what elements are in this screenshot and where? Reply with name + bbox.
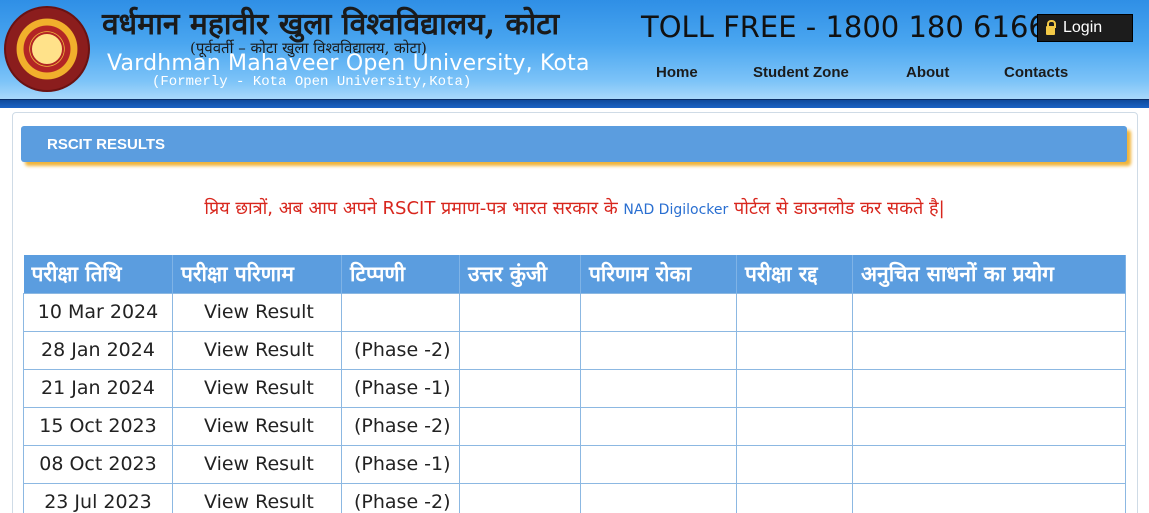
result-withheld-cell [580, 292, 737, 332]
result-withheld-cell [580, 444, 737, 484]
header-unfair-means: अनुचित साधनों का प्रयोग [852, 255, 1126, 293]
login-label: Login [1063, 19, 1103, 36]
table-row: 08 Oct 2023 View Result (Phase -1) [23, 444, 1126, 484]
exam-cancelled-cell [736, 368, 853, 408]
view-result-link[interactable]: View Result [172, 406, 342, 446]
notice-text-after: पोर्टल से डाउनलोड कर सकते है| [728, 198, 945, 219]
result-withheld-cell [580, 330, 737, 370]
university-name-hindi: वर्धमान महावीर खुला विश्वविद्यालय, कोटा [102, 7, 560, 42]
exam-date: 15 Oct 2023 [23, 406, 173, 446]
exam-date: 21 Jan 2024 [23, 368, 173, 408]
view-result-link[interactable]: View Result [172, 330, 342, 370]
result-withheld-cell [580, 482, 737, 513]
unfair-means-cell [852, 482, 1126, 513]
answer-key-cell [459, 368, 581, 408]
section-title: RSCIT RESULTS [47, 136, 166, 153]
answer-key-cell [459, 482, 581, 513]
unfair-means-cell [852, 444, 1126, 484]
unfair-means-cell [852, 368, 1126, 408]
nav-student-zone[interactable]: Student Zone [753, 64, 849, 81]
view-result-link[interactable]: View Result [172, 444, 342, 484]
header-result-withheld: परिणाम रोका [580, 255, 737, 293]
header-exam-cancelled: परीक्षा रद्द [736, 255, 853, 293]
exam-date: 08 Oct 2023 [23, 444, 173, 484]
remark: (Phase -2) [341, 330, 460, 370]
header-answer-key: उत्तर कुंजी [459, 255, 581, 293]
unfair-means-cell [852, 406, 1126, 446]
exam-date: 23 Jul 2023 [23, 482, 173, 513]
table-row: 23 Jul 2023 View Result (Phase -2) [23, 482, 1126, 513]
nav-home[interactable]: Home [656, 64, 698, 81]
exam-cancelled-cell [736, 330, 853, 370]
remark [341, 292, 460, 332]
view-result-link[interactable]: View Result [172, 482, 342, 513]
login-button[interactable]: Login [1037, 14, 1133, 42]
answer-key-cell [459, 406, 581, 446]
exam-cancelled-cell [736, 482, 853, 513]
lock-icon [1046, 19, 1056, 35]
exam-cancelled-cell [736, 292, 853, 332]
result-withheld-cell [580, 368, 737, 408]
unfair-means-cell [852, 330, 1126, 370]
exam-date: 28 Jan 2024 [23, 330, 173, 370]
remark: (Phase -1) [341, 368, 460, 408]
header-divider [0, 99, 1149, 108]
view-result-link[interactable]: View Result [172, 368, 342, 408]
results-table: परीक्षा तिथि परीक्षा परिणाम टिप्पणी उत्त… [23, 255, 1126, 513]
table-row: 15 Oct 2023 View Result (Phase -2) [23, 406, 1126, 446]
exam-cancelled-cell [736, 444, 853, 484]
view-result-link[interactable]: View Result [172, 292, 342, 332]
notice-text-before: प्रिय छात्रों, अब आप अपने RSCIT प्रमाण-प… [204, 198, 624, 219]
remark: (Phase -1) [341, 444, 460, 484]
university-logo[interactable] [4, 6, 90, 92]
logo-emblem [30, 32, 64, 66]
nav-contacts[interactable]: Contacts [1004, 64, 1068, 81]
header-remarks: टिप्पणी [341, 255, 460, 293]
section-header-bar [21, 126, 1127, 162]
toll-free-number: TOLL FREE - 1800 180 6166 [641, 10, 1047, 44]
header-exam-result: परीक्षा परिणाम [172, 255, 342, 293]
table-row: 28 Jan 2024 View Result (Phase -2) [23, 330, 1126, 370]
digilocker-notice: प्रिय छात्रों, अब आप अपने RSCIT प्रमाण-प… [0, 196, 1149, 220]
result-withheld-cell [580, 406, 737, 446]
answer-key-cell [459, 292, 581, 332]
table-row: 21 Jan 2024 View Result (Phase -1) [23, 368, 1126, 408]
former-name-english: (Formerly - Kota Open University,Kota) [152, 74, 472, 90]
answer-key-cell [459, 444, 581, 484]
exam-date: 10 Mar 2024 [23, 292, 173, 332]
unfair-means-cell [852, 292, 1126, 332]
table-header-row: परीक्षा तिथि परीक्षा परिणाम टिप्पणी उत्त… [23, 255, 1126, 293]
university-name-english: Vardhman Mahaveer Open University, Kota [107, 51, 590, 76]
header-exam-date: परीक्षा तिथि [23, 255, 173, 293]
remark: (Phase -2) [341, 406, 460, 446]
exam-cancelled-cell [736, 406, 853, 446]
remark: (Phase -2) [341, 482, 460, 513]
table-row: 10 Mar 2024 View Result [23, 292, 1126, 332]
answer-key-cell [459, 330, 581, 370]
nav-about[interactable]: About [906, 64, 949, 81]
site-header: वर्धमान महावीर खुला विश्वविद्यालय, कोटा … [0, 0, 1149, 108]
nad-digilocker-link[interactable]: NAD Digilocker [623, 202, 728, 218]
